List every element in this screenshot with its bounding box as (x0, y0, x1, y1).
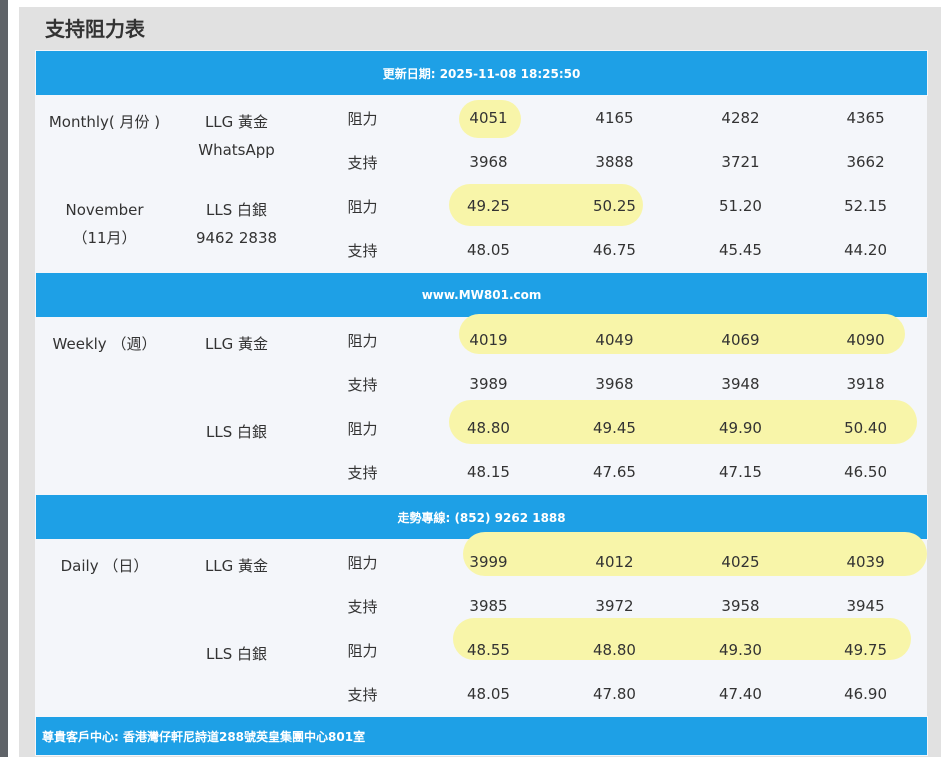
value-cell: 49.75 (844, 641, 888, 659)
period-weekly: Weekly （週） (36, 318, 174, 495)
value-cell: 4019 (469, 331, 508, 349)
table-row: Daily （日） LLG 黃金 阻力 3999 4012 4025 4039 (36, 540, 928, 585)
value-cell: 3989 (469, 375, 508, 393)
value-cell: 4090 (846, 331, 885, 349)
value-cell: 49.90 (719, 419, 762, 437)
band-row-center: 尊貴客戶中心: 香港灣仔軒尼詩道288號英皇集團中心801室 (34, 716, 929, 756)
period-label: Daily （日） (60, 557, 149, 575)
table-row: Monthly( 月份 ) LLG 黃金 WhatsApp 阻力 4051 41… (36, 96, 928, 159)
value-cell: 3968 (595, 375, 634, 393)
product-cell: LLS 白銀 9462 2838 (174, 184, 300, 273)
row-type: 支持 (347, 463, 378, 482)
product-cell: LLS 白銀 (174, 628, 300, 717)
row-type: 阻力 (347, 641, 378, 660)
row-type: 阻力 (347, 331, 378, 350)
period-month-name: November （11月） (36, 184, 174, 273)
table-row: November （11月） LLS 白銀 9462 2838 阻力 49.25… (36, 184, 928, 247)
website-text: www.MW801.com (34, 272, 929, 318)
value-cell: 3958 (721, 597, 760, 615)
value-cell: 3662 (846, 153, 885, 171)
value-cell: 3721 (721, 153, 760, 171)
value-cell: 4039 (846, 553, 885, 571)
band-row-hotline: 走勢專線: (852) 9262 1888 (34, 494, 929, 540)
period-label: November (65, 201, 144, 219)
left-edge-bar (0, 0, 8, 757)
row-type: 阻力 (347, 553, 378, 572)
update-date-text: 更新日期: 2025-11-08 18:25:50 (34, 50, 929, 96)
value-cell: 4165 (595, 109, 634, 127)
product-contact: WhatsApp (198, 141, 275, 159)
value-cell: 46.90 (844, 685, 888, 703)
value-cell: 48.55 (467, 641, 510, 659)
value-cell: 3968 (469, 153, 508, 171)
product-name: LLG 黃金 (204, 335, 269, 353)
value-cell: 3985 (469, 597, 508, 615)
period-daily: Daily （日） (36, 540, 174, 717)
value-cell: 3888 (595, 153, 634, 171)
value-cell: 4049 (595, 331, 634, 349)
value-cell: 4282 (721, 109, 760, 127)
period-monthly: Monthly( 月份 ) (36, 96, 174, 185)
value-cell: 52.15 (844, 197, 888, 215)
product-cell: LLS 白銀 (174, 406, 300, 495)
value-cell: 49.45 (593, 419, 636, 437)
row-type: 支持 (347, 375, 378, 394)
value-cell: 45.45 (719, 241, 762, 259)
value-cell: 48.05 (467, 241, 510, 259)
support-resistance-table-container: 更新日期: 2025-11-08 18:25:50 Monthly( 月份 ) … (34, 50, 929, 756)
product-cell: LLG 黃金 (174, 540, 300, 629)
band-row-update: 更新日期: 2025-11-08 18:25:50 (34, 50, 929, 96)
value-cell: 49.30 (719, 641, 762, 659)
row-type: 支持 (347, 153, 378, 172)
value-cell: 47.40 (719, 685, 762, 703)
value-cell: 48.80 (467, 419, 510, 437)
hotline-text: 走勢專線: (852) 9262 1888 (34, 494, 929, 540)
value-cell: 3948 (721, 375, 760, 393)
product-name: LLG 黃金 (204, 113, 269, 131)
value-cell: 48.05 (467, 685, 510, 703)
row-type: 支持 (347, 241, 378, 260)
band-row-website: www.MW801.com (34, 272, 929, 318)
value-cell: 47.15 (719, 463, 762, 481)
value-cell: 4069 (721, 331, 760, 349)
value-cell: 46.50 (844, 463, 888, 481)
value-cell: 50.25 (593, 197, 636, 215)
row-type: 阻力 (347, 197, 378, 216)
period-label: Weekly （週） (52, 335, 157, 353)
row-type: 支持 (347, 685, 378, 704)
support-resistance-table: 更新日期: 2025-11-08 18:25:50 Monthly( 月份 ) … (34, 50, 929, 756)
value-cell: 3945 (846, 597, 885, 615)
table-row: Weekly （週） LLG 黃金 阻力 4019 4049 4069 4090 (36, 318, 928, 363)
value-cell: 48.15 (467, 463, 510, 481)
product-name: LLG 黃金 (204, 557, 269, 575)
value-cell: 4051 (469, 109, 508, 127)
value-cell: 47.80 (593, 685, 636, 703)
product-contact: 9462 2838 (195, 229, 278, 247)
value-cell: 3999 (469, 553, 508, 571)
value-cell: 51.20 (719, 197, 762, 215)
product-cell: LLG 黃金 WhatsApp (174, 96, 300, 185)
value-cell: 4025 (721, 553, 760, 571)
value-cell: 46.75 (593, 241, 636, 259)
product-cell: LLG 黃金 (174, 318, 300, 407)
value-cell: 4012 (595, 553, 634, 571)
value-cell: 4365 (846, 109, 885, 127)
value-cell: 48.80 (593, 641, 636, 659)
value-cell: 50.40 (844, 419, 888, 437)
period-label: Monthly( 月份 ) (48, 113, 161, 131)
row-type: 支持 (347, 597, 378, 616)
period-label: （11月） (72, 229, 137, 247)
client-center-address: 尊貴客戶中心: 香港灣仔軒尼詩道288號英皇集團中心801室 (34, 716, 929, 756)
value-cell: 3972 (595, 597, 634, 615)
row-type: 阻力 (347, 419, 378, 438)
product-name: LLS 白銀 (205, 645, 267, 663)
product-name: LLS 白銀 (205, 201, 267, 219)
page-title: 支持阻力表 (45, 17, 145, 41)
value-cell: 49.25 (467, 197, 510, 215)
value-cell: 3918 (846, 375, 885, 393)
row-type: 阻力 (347, 109, 378, 128)
value-cell: 47.65 (593, 463, 636, 481)
product-name: LLS 白銀 (205, 423, 267, 441)
value-cell: 44.20 (844, 241, 888, 259)
